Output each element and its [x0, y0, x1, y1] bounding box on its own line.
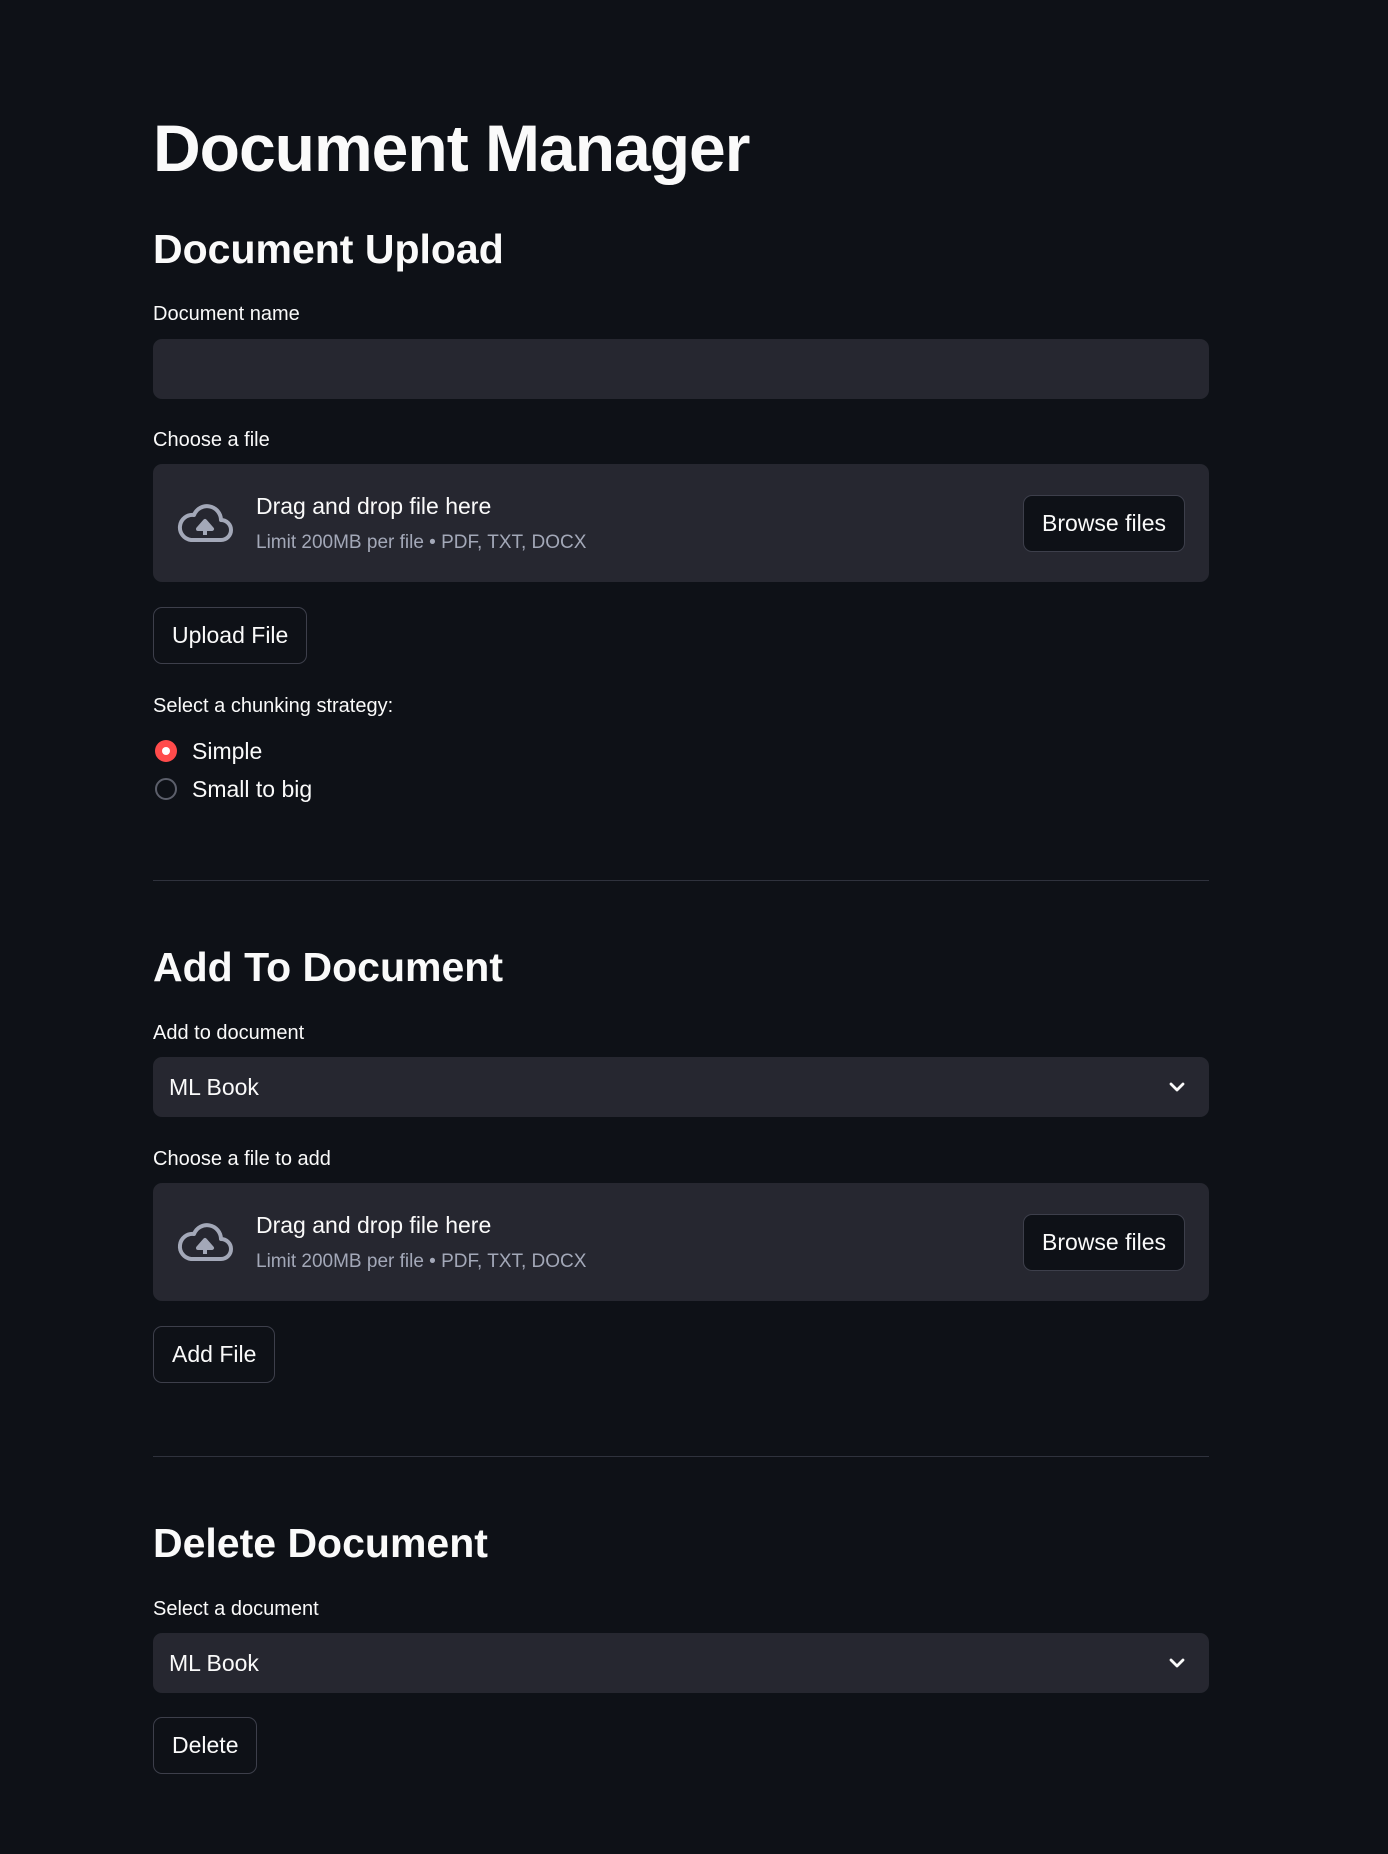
- radio-selected-indicator[interactable]: [155, 740, 177, 762]
- upload-heading: Document Upload: [153, 226, 504, 272]
- add-select-value: ML Book: [169, 1074, 259, 1100]
- radio-small-to-big[interactable]: Small to big: [153, 774, 312, 804]
- choose-file-to-add-label: Choose a file to add: [153, 1148, 331, 1170]
- chunking-strategy-label: Select a chunking strategy:: [153, 695, 394, 717]
- radio-label-small-to-big: Small to big: [192, 775, 313, 802]
- add-file-button[interactable]: Add File: [153, 1326, 276, 1383]
- add-to-document-label: Add to document: [153, 1022, 305, 1044]
- dropzone-subtitle: Limit 200MB per file • PDF, TXT, DOCX: [256, 532, 587, 553]
- delete-select-value: ML Book: [169, 1650, 259, 1676]
- cloud-upload-icon: [177, 504, 233, 542]
- radio-unselected-indicator[interactable]: [155, 778, 177, 800]
- section-divider: [153, 880, 1209, 881]
- add-heading: Add To Document: [153, 944, 503, 990]
- upload-file-button[interactable]: Upload File: [153, 607, 308, 664]
- choose-file-label: Choose a file: [153, 429, 270, 451]
- browse-files-button[interactable]: Browse files: [1023, 495, 1185, 552]
- chevron-down-icon: [1169, 1082, 1185, 1092]
- dropzone-title: Drag and drop file here: [256, 493, 492, 519]
- document-name-label: Document name: [153, 303, 300, 325]
- document-name-input[interactable]: [153, 339, 1209, 399]
- add-to-document-select[interactable]: ML Book: [153, 1057, 1209, 1117]
- delete-button[interactable]: Delete: [153, 1717, 258, 1774]
- page-title: Document Manager: [153, 111, 750, 185]
- chevron-down-icon: [1169, 1658, 1185, 1668]
- section-divider: [153, 1456, 1209, 1457]
- add-dropzone[interactable]: Drag and drop file here Limit 200MB per …: [153, 1183, 1209, 1301]
- dropzone-subtitle: Limit 200MB per file • PDF, TXT, DOCX: [256, 1251, 587, 1272]
- cloud-upload-icon: [177, 1223, 233, 1261]
- delete-heading: Delete Document: [153, 1520, 488, 1566]
- browse-files-button[interactable]: Browse files: [1023, 1214, 1185, 1271]
- select-document-label: Select a document: [153, 1598, 319, 1620]
- radio-simple[interactable]: Simple: [153, 736, 262, 766]
- dropzone-title: Drag and drop file here: [256, 1212, 492, 1238]
- radio-label-simple: Simple: [192, 737, 263, 764]
- delete-document-select[interactable]: ML Book: [153, 1633, 1209, 1693]
- upload-dropzone[interactable]: Drag and drop file here Limit 200MB per …: [153, 464, 1209, 582]
